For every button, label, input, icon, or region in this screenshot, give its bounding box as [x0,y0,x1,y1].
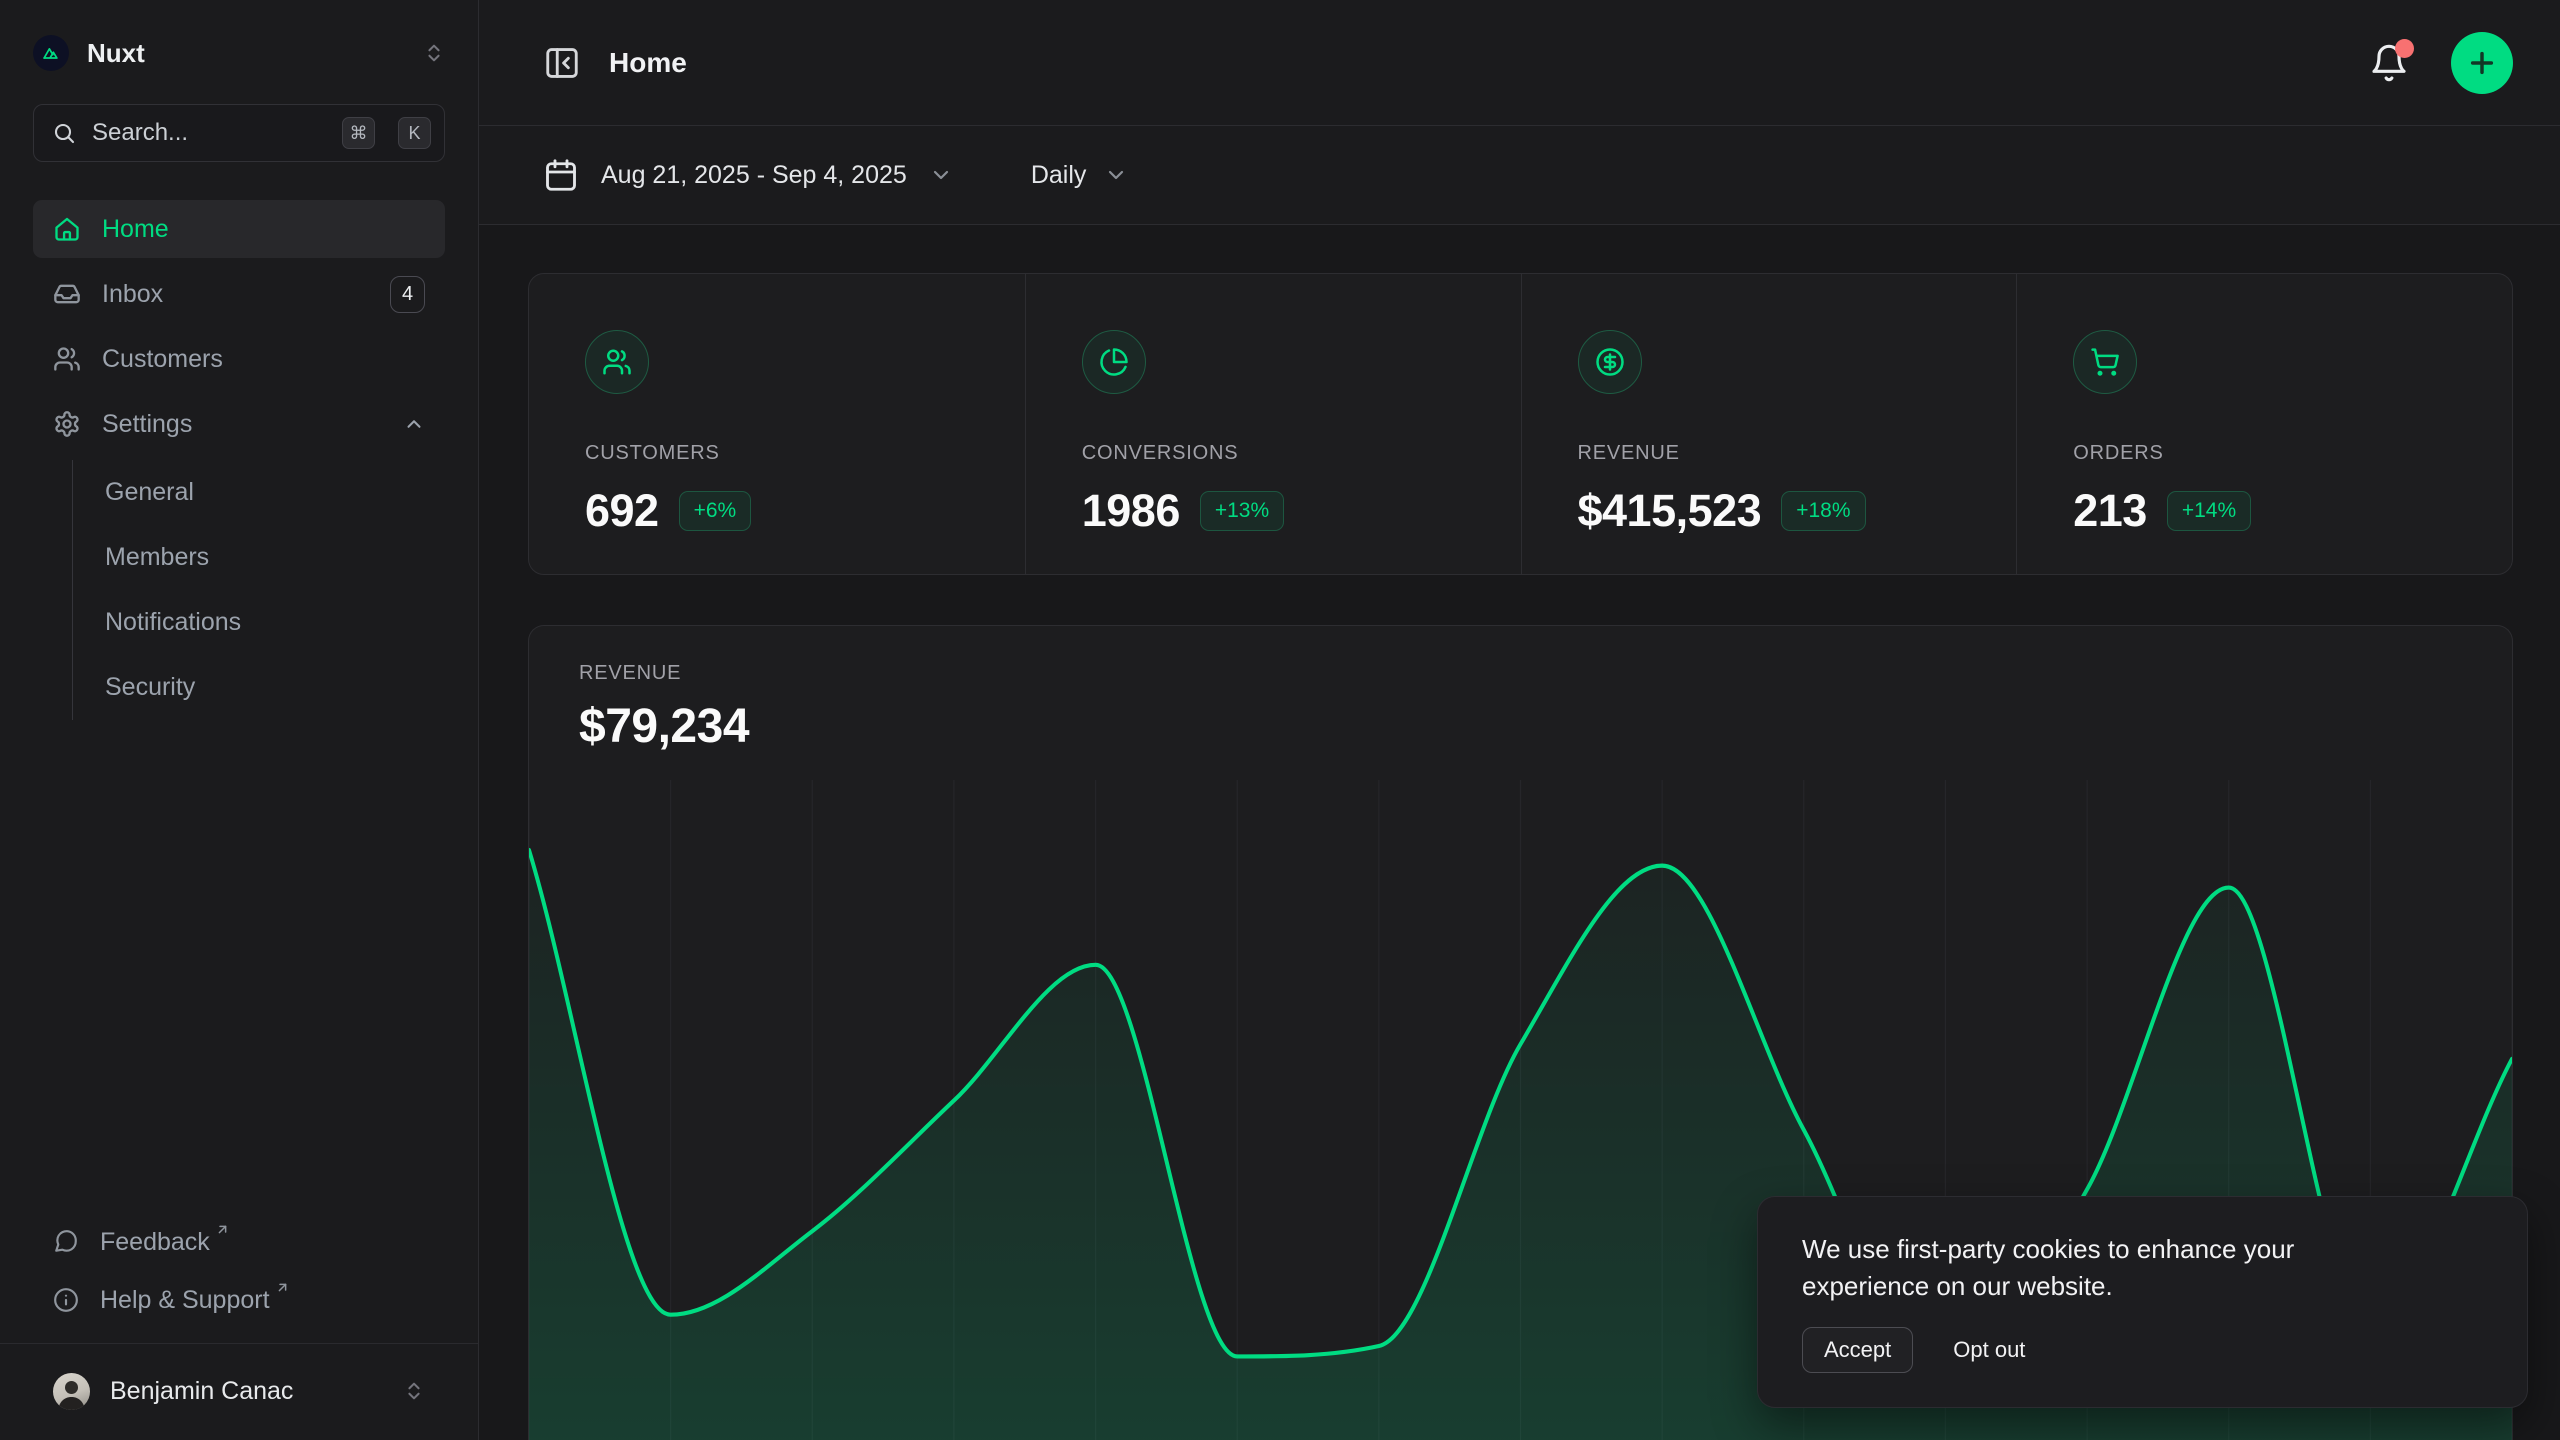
filter-toolbar: Aug 21, 2025 - Sep 4, 2025 Daily [479,126,2560,225]
cookie-banner: We use first-party cookies to enhance yo… [1757,1196,2528,1408]
accept-cookies-button[interactable]: Accept [1802,1327,1913,1373]
arrow-up-right-icon [215,1222,230,1237]
inbox-count-badge: 4 [390,276,425,313]
subnav-label: General [105,478,194,507]
notification-dot [2395,39,2414,58]
users-icon [585,330,649,394]
sidebar-item-help-support[interactable]: Help & Support [33,1271,445,1329]
sidebar-item-settings[interactable]: Settings [33,395,445,453]
notifications-button[interactable] [2369,43,2409,83]
stat-delta-badge: +6% [679,491,752,531]
subnav-label: Members [105,543,209,572]
subnav-label: Security [105,673,195,702]
stat-value: 1986 [1082,485,1180,537]
revenue-panel-value: $79,234 [579,699,2456,754]
sidebar-item-general[interactable]: General [105,460,445,525]
chevron-down-icon [929,163,953,187]
optout-cookies-button[interactable]: Opt out [1953,1337,2025,1363]
info-circle-icon [53,1287,79,1313]
sidebar-item-label: Home [102,215,425,244]
gear-icon [53,410,81,438]
page-title: Home [609,47,2369,79]
sidebar-item-security[interactable]: Security [105,655,445,720]
dollar-circle-icon [1578,330,1642,394]
chevrons-up-down-icon [403,1380,425,1402]
subnav-label: Notifications [105,608,241,637]
revenue-panel-label: REVENUE [579,662,2456,685]
nuxt-logo-icon [33,35,69,71]
chevrons-up-down-icon [423,42,445,64]
cart-icon [2073,330,2137,394]
sidebar-collapse-button[interactable] [543,44,581,82]
stat-delta-badge: +18% [1781,491,1865,531]
sidebar-item-label: Help & Support [100,1286,290,1315]
page-header: Home [479,0,2560,126]
avatar [53,1373,90,1410]
chevron-up-icon [403,413,425,435]
sidebar-nav: Home Inbox 4 [33,200,445,720]
search-input[interactable]: Search... ⌘ K [33,104,445,162]
message-circle-icon [53,1229,79,1255]
sidebar-item-customers[interactable]: Customers [33,330,445,388]
stat-value: $415,523 [1578,485,1762,537]
search-icon [52,121,76,145]
sidebar-item-notifications[interactable]: Notifications [105,590,445,655]
date-range-picker[interactable]: Aug 21, 2025 - Sep 4, 2025 [543,157,953,193]
stat-label: CUSTOMERS [585,442,975,465]
sidebar-item-label: Inbox [102,280,369,309]
stat-conversions[interactable]: CONVERSIONS 1986 +13% [1025,274,1521,574]
period-value: Daily [1031,161,1087,190]
workspace-switcher[interactable]: Nuxt [33,22,445,84]
sidebar-item-inbox[interactable]: Inbox 4 [33,265,445,323]
sidebar-item-feedback[interactable]: Feedback [33,1213,445,1271]
pie-chart-icon [1082,330,1146,394]
stat-label: REVENUE [1578,442,1967,465]
sidebar-item-members[interactable]: Members [105,525,445,590]
user-name: Benjamin Canac [110,1377,383,1406]
stat-value: 213 [2073,485,2147,537]
stat-delta-badge: +13% [1200,491,1284,531]
period-select[interactable]: Daily [1031,161,1129,190]
settings-subnav: General Members Notifications Security [72,460,445,720]
cookie-message: We use first-party cookies to enhance yo… [1802,1231,2402,1305]
inbox-icon [53,280,81,308]
kbd-k: K [398,117,431,149]
workspace-name: Nuxt [87,38,405,69]
stat-orders[interactable]: ORDERS 213 +14% [2016,274,2512,574]
chevron-down-icon [1104,163,1128,187]
stats-row: CUSTOMERS 692 +6% CONVERSIONS 1986 [528,273,2513,575]
sidebar-item-label: Settings [102,410,382,439]
arrow-up-right-icon [275,1280,290,1295]
plus-icon [2466,47,2498,79]
calendar-icon [543,157,579,193]
sidebar: Nuxt Search... ⌘ K [0,0,479,1440]
users-icon [53,345,81,373]
sidebar-item-label: Customers [102,345,425,374]
search-placeholder: Search... [92,119,326,147]
stat-value: 692 [585,485,659,537]
sidebar-item-home[interactable]: Home [33,200,445,258]
user-menu[interactable]: Benjamin Canac [33,1360,445,1422]
stat-delta-badge: +14% [2167,491,2251,531]
stat-label: CONVERSIONS [1082,442,1471,465]
stat-revenue[interactable]: REVENUE $415,523 +18% [1521,274,2017,574]
sidebar-item-label: Feedback [100,1228,230,1257]
date-range-value: Aug 21, 2025 - Sep 4, 2025 [601,161,907,190]
stat-customers[interactable]: CUSTOMERS 692 +6% [529,274,1025,574]
sidebar-divider [0,1343,478,1344]
stat-label: ORDERS [2073,442,2462,465]
add-button[interactable] [2451,32,2513,94]
house-icon [53,215,81,243]
kbd-command: ⌘ [342,117,375,149]
